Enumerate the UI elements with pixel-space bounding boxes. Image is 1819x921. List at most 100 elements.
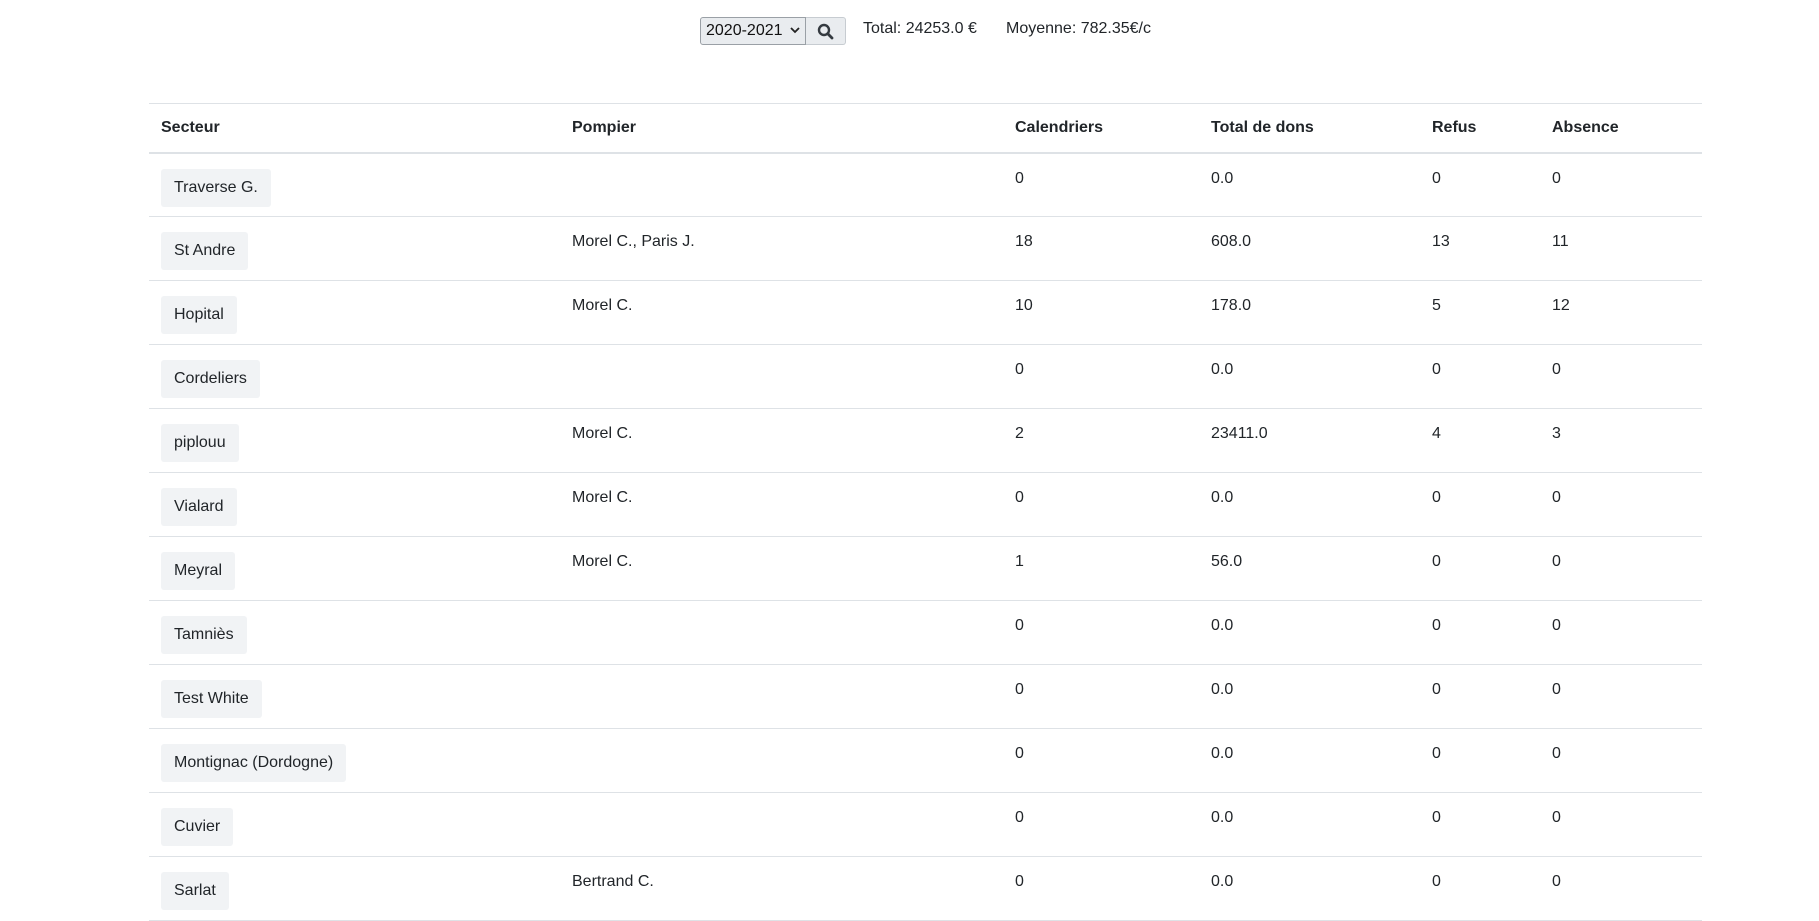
- table-header-row: Secteur Pompier Calendriers Total de don…: [149, 103, 1702, 154]
- refus-cell: 0: [1420, 152, 1540, 217]
- table-row: St Andre Morel C., Paris J. 18 608.0 13 …: [149, 216, 1702, 281]
- table-row: Test White 0 0.0 0 0: [149, 664, 1702, 729]
- refus-cell: 0: [1420, 600, 1540, 665]
- refus-cell: 0: [1420, 792, 1540, 857]
- table-row: Traverse G. 0 0.0 0 0: [149, 152, 1702, 217]
- absence-cell: 0: [1540, 472, 1702, 537]
- total-cell: 0.0: [1199, 728, 1420, 793]
- pompier-cell: [560, 344, 1003, 409]
- sector-badge[interactable]: Montignac (Dordogne): [161, 744, 347, 782]
- total-cell: 178.0: [1199, 280, 1420, 345]
- absence-cell: 0: [1540, 344, 1702, 409]
- refus-cell: 0: [1420, 856, 1540, 921]
- table-row: Vialard Morel C. 0 0.0 0 0: [149, 472, 1702, 537]
- total-cell: 0.0: [1199, 600, 1420, 665]
- calendriers-cell: 0: [1003, 856, 1199, 921]
- pompier-cell: [560, 664, 1003, 729]
- sector-badge[interactable]: Hopital: [161, 296, 237, 334]
- header-calendriers: Calendriers: [1003, 103, 1199, 154]
- pompier-cell: Morel C.: [560, 408, 1003, 473]
- refus-cell: 0: [1420, 344, 1540, 409]
- refus-cell: 5: [1420, 280, 1540, 345]
- refus-cell: 0: [1420, 664, 1540, 729]
- header-refus: Refus: [1420, 103, 1540, 154]
- table-row: Hopital Morel C. 10 178.0 5 12: [149, 280, 1702, 345]
- pompier-cell: [560, 600, 1003, 665]
- calendriers-cell: 2: [1003, 408, 1199, 473]
- pompier-cell: Morel C.: [560, 280, 1003, 345]
- sector-badge[interactable]: Test White: [161, 680, 262, 718]
- absence-cell: 0: [1540, 600, 1702, 665]
- calendriers-cell: 0: [1003, 792, 1199, 857]
- total-cell: 23411.0: [1199, 408, 1420, 473]
- calendriers-cell: 18: [1003, 216, 1199, 281]
- sector-badge[interactable]: Tamniès: [161, 616, 247, 654]
- sector-badge[interactable]: Cuvier: [161, 808, 234, 846]
- header-secteur: Secteur: [149, 103, 560, 154]
- sector-badge[interactable]: St Andre: [161, 232, 249, 270]
- pompier-cell: [560, 792, 1003, 857]
- header-absence: Absence: [1540, 103, 1702, 154]
- absence-cell: 12: [1540, 280, 1702, 345]
- absence-cell: 0: [1540, 664, 1702, 729]
- table-row: Tamniès 0 0.0 0 0: [149, 600, 1702, 665]
- table-row: Cuvier 0 0.0 0 0: [149, 792, 1702, 857]
- absence-cell: 3: [1540, 408, 1702, 473]
- table-row: Cordeliers 0 0.0 0 0: [149, 344, 1702, 409]
- year-select-value: 2020-2021: [706, 22, 783, 39]
- refus-cell: 0: [1420, 472, 1540, 537]
- calendriers-cell: 0: [1003, 664, 1199, 729]
- refus-cell: 13: [1420, 216, 1540, 281]
- sector-badge[interactable]: piplouu: [161, 424, 239, 462]
- pompier-cell: Morel C., Paris J.: [560, 216, 1003, 281]
- total-cell: 0.0: [1199, 344, 1420, 409]
- calendriers-cell: 0: [1003, 472, 1199, 537]
- sector-badge[interactable]: Meyral: [161, 552, 236, 590]
- total-text: Total: 24253.0 €: [863, 20, 977, 37]
- total-cell: 608.0: [1199, 216, 1420, 281]
- total-cell: 56.0: [1199, 536, 1420, 601]
- pompier-cell: [560, 728, 1003, 793]
- absence-cell: 0: [1540, 536, 1702, 601]
- pompier-cell: [560, 152, 1003, 217]
- refus-cell: 0: [1420, 728, 1540, 793]
- sector-badge[interactable]: Sarlat: [161, 872, 229, 910]
- sector-badge[interactable]: Vialard: [161, 488, 237, 526]
- calendriers-cell: 1: [1003, 536, 1199, 601]
- total-cell: 0.0: [1199, 792, 1420, 857]
- total-cell: 0.0: [1199, 856, 1420, 921]
- chevron-down-icon: [790, 27, 800, 34]
- total-cell: 0.0: [1199, 152, 1420, 217]
- table-row: Sarlat Bertrand C. 0 0.0 0 0: [149, 856, 1702, 921]
- header-total: Total de dons: [1199, 103, 1420, 154]
- table-row: Montignac (Dordogne) 0 0.0 0 0: [149, 728, 1702, 793]
- absence-cell: 11: [1540, 216, 1702, 281]
- pompier-cell: Bertrand C.: [560, 856, 1003, 921]
- search-icon: [817, 23, 834, 39]
- calendriers-cell: 10: [1003, 280, 1199, 345]
- pompier-cell: Morel C.: [560, 536, 1003, 601]
- calendriers-cell: 0: [1003, 728, 1199, 793]
- absence-cell: 0: [1540, 728, 1702, 793]
- pompier-cell: Morel C.: [560, 472, 1003, 537]
- total-cell: 0.0: [1199, 472, 1420, 537]
- sector-badge[interactable]: Traverse G.: [161, 168, 271, 207]
- sector-badge[interactable]: Cordeliers: [161, 360, 260, 398]
- absence-cell: 0: [1540, 152, 1702, 217]
- absence-cell: 0: [1540, 792, 1702, 857]
- table-row: Meyral Morel C. 1 56.0 0 0: [149, 536, 1702, 601]
- refus-cell: 0: [1420, 536, 1540, 601]
- moyenne-text: Moyenne: 782.35€/c: [1006, 20, 1151, 37]
- year-select[interactable]: 2020-2021: [700, 17, 806, 45]
- sectors-table: Secteur Pompier Calendriers Total de don…: [149, 103, 1702, 921]
- absence-cell: 0: [1540, 856, 1702, 921]
- total-cell: 0.0: [1199, 664, 1420, 729]
- calendriers-cell: 0: [1003, 344, 1199, 409]
- filter-bar: 2020-2021 Total: 24253.0 € Moyenne: 782.…: [0, 16, 1819, 46]
- table-row: piplouu Morel C. 2 23411.0 4 3: [149, 408, 1702, 473]
- calendriers-cell: 0: [1003, 152, 1199, 217]
- refus-cell: 4: [1420, 408, 1540, 473]
- search-button[interactable]: [806, 17, 846, 45]
- header-pompier: Pompier: [560, 103, 1003, 154]
- calendriers-cell: 0: [1003, 600, 1199, 665]
